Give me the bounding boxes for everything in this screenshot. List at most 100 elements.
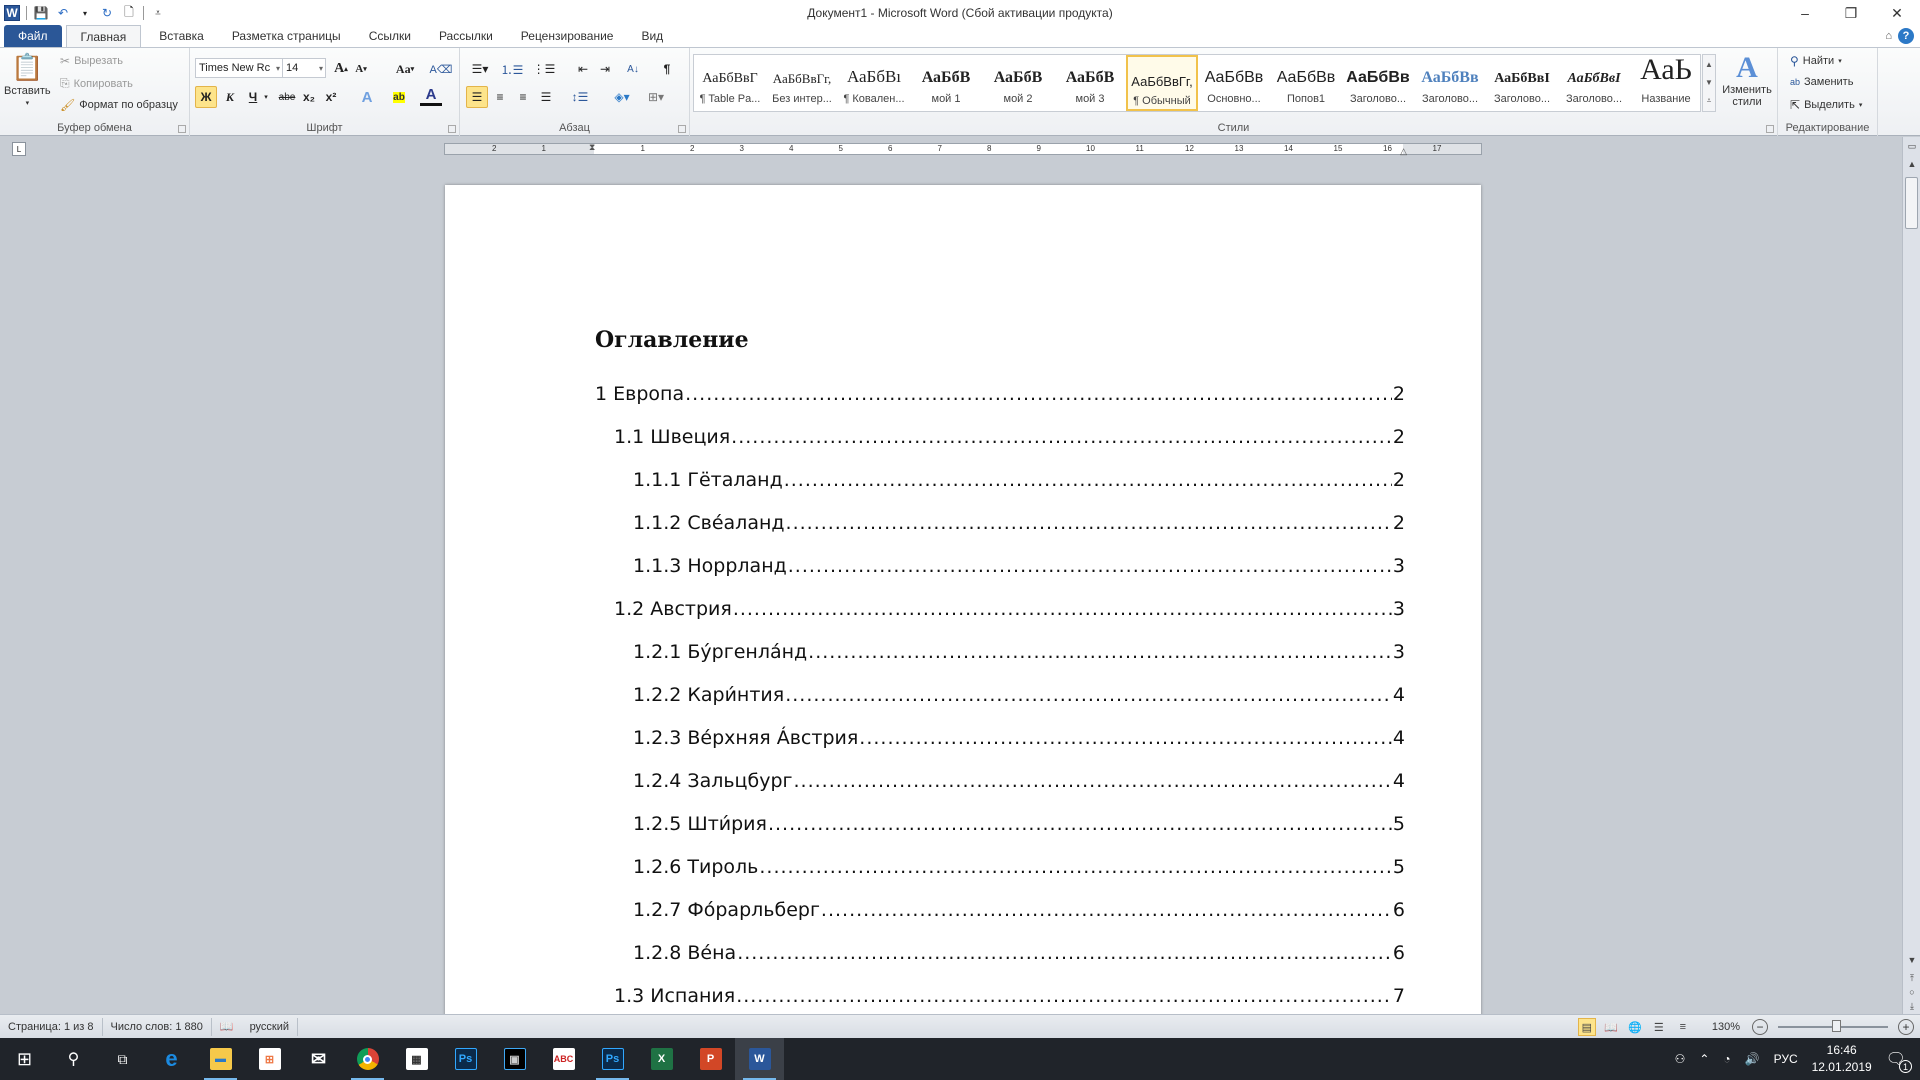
replace-button[interactable]: ab Заменить <box>1790 76 1853 88</box>
toc-entry[interactable]: 1.1.2 Свéаланд 2 <box>595 512 1405 555</box>
taskbar-photoshop-2[interactable]: Ps <box>588 1038 637 1080</box>
volume-icon[interactable]: 🔊 <box>1745 1052 1760 1066</box>
font-launcher-icon[interactable]: . <box>448 125 456 133</box>
styles-gallery-scroll[interactable]: ▲ ▼ ⩡ <box>1702 54 1716 112</box>
close-button[interactable]: ✕ <box>1874 0 1920 26</box>
zoom-slider[interactable] <box>1778 1020 1888 1032</box>
scroll-up-icon[interactable]: ▲ <box>1705 60 1713 69</box>
redo-icon[interactable]: ↻ <box>99 5 115 21</box>
align-right-button[interactable]: ≡ <box>512 86 534 108</box>
tab-selector-button[interactable]: L <box>12 142 26 156</box>
undo-dropdown-icon[interactable]: ▾ <box>77 5 93 21</box>
undo-icon[interactable]: ↶ <box>55 5 71 21</box>
ruler-toggle-icon[interactable]: ▭ <box>1903 141 1920 152</box>
align-left-button[interactable]: ☰ <box>466 86 488 108</box>
toc-entry[interactable]: 1.1 Швеция 2 <box>595 426 1405 469</box>
bold-button[interactable]: Ж <box>195 86 217 108</box>
scroll-down-icon[interactable]: ▼ <box>1705 78 1713 87</box>
paste-button[interactable]: 📋 Вставить ▾ <box>4 52 51 107</box>
right-indent-marker[interactable]: △ <box>1400 146 1407 157</box>
font-size-combo[interactable]: 14 ▾ <box>282 58 326 78</box>
find-button[interactable]: ⚲ Найти ▾ <box>1790 54 1842 68</box>
people-icon[interactable]: ⚇ <box>1675 1052 1686 1066</box>
toc-entry[interactable]: 1.1.1 Гёталанд 2 <box>595 469 1405 512</box>
notifications-icon[interactable]: 🗨 1 <box>1886 1049 1912 1073</box>
toc-entry[interactable]: 1.1.3 Норрланд 3 <box>595 555 1405 598</box>
style-item[interactable]: АаБбВвГг, Без интер... <box>766 55 838 111</box>
font-name-combo[interactable]: Times New Rc ▾ <box>195 58 283 78</box>
page-count[interactable]: Страница: 1 из 8 <box>0 1017 103 1036</box>
select-button[interactable]: ⇱ Выделить ▾ <box>1790 98 1862 112</box>
toc-entry[interactable]: 1.2 Австрия 3 <box>595 598 1405 641</box>
increase-indent-button[interactable]: ⇥ <box>594 58 616 80</box>
format-painter-button[interactable]: 🖌 Формат по образцу <box>60 98 178 112</box>
minimize-button[interactable]: – <box>1782 0 1828 26</box>
style-item[interactable]: АаЬ Название <box>1630 55 1702 111</box>
tab-insert[interactable]: Вставка <box>145 25 218 47</box>
taskbar-mail[interactable]: ✉ <box>294 1038 343 1080</box>
clear-formatting-button[interactable]: A⌫ <box>430 58 453 80</box>
superscript-button[interactable]: x² <box>320 86 342 108</box>
wifi-icon[interactable]: ◔ <box>1723 1052 1730 1066</box>
subscript-button[interactable]: x₂ <box>298 86 320 108</box>
taskbar-calculator[interactable]: ▦ <box>392 1038 441 1080</box>
taskbar-file-explorer[interactable]: ▬ <box>196 1038 245 1080</box>
sort-button[interactable]: A↓ <box>622 58 644 80</box>
full-screen-reading-button[interactable]: 📖 <box>1602 1018 1620 1036</box>
zoom-out-button[interactable]: − <box>1752 1019 1768 1035</box>
style-item[interactable]: АаБбВ мой 2 <box>982 55 1054 111</box>
copy-button[interactable]: ⎘ Копировать <box>60 76 133 91</box>
taskbar-word[interactable]: W <box>735 1038 784 1080</box>
style-item[interactable]: АаБбВвГ ¶ Table Pa... <box>694 55 766 111</box>
horizontal-ruler[interactable]: 2 1 1 2 3 4 5 6 7 8 9 10 11 12 13 14 15 16 17 ⧗ △ <box>444 142 1482 157</box>
tab-review[interactable]: Рецензирование <box>507 25 628 47</box>
tab-home[interactable]: Главная <box>65 25 142 47</box>
style-item[interactable]: АаБбВв Основно... <box>1198 55 1270 111</box>
toc-entry[interactable]: 1.3 Испания 7 <box>595 985 1405 1014</box>
style-item[interactable]: АаБбВвI Заголово... <box>1486 55 1558 111</box>
outline-view-button[interactable]: ☰ <box>1650 1018 1668 1036</box>
restore-button[interactable]: ❐ <box>1828 0 1874 26</box>
indent-marker[interactable]: ⧗ <box>589 142 595 153</box>
borders-button[interactable]: ⊞▾ <box>642 86 670 108</box>
taskbar-abc-net[interactable]: ABC <box>539 1038 588 1080</box>
toc-entry[interactable]: 1.2.4 Зальцбург 4 <box>595 770 1405 813</box>
style-item[interactable]: АаБбВв Попов1 <box>1270 55 1342 111</box>
style-item[interactable]: АаБбВв Заголово... <box>1414 55 1486 111</box>
customize-qat-icon[interactable]: ⩡ <box>150 5 166 21</box>
grow-font-button[interactable]: A ▴ <box>330 58 352 80</box>
new-document-icon[interactable]: 🗋 <box>121 5 137 21</box>
multilevel-list-button[interactable]: ⋮☰ <box>530 58 558 80</box>
draft-view-button[interactable]: ≡ <box>1674 1018 1692 1036</box>
next-page-icon[interactable]: ⤓ <box>1903 1001 1920 1012</box>
style-item[interactable]: АаБбВв Заголово... <box>1342 55 1414 111</box>
clock[interactable]: 16:46 12.01.2019 <box>1812 1042 1872 1076</box>
style-item[interactable]: АаБбВ мой 1 <box>910 55 982 111</box>
start-button[interactable]: ⊞ <box>0 1038 49 1080</box>
taskbar-chrome[interactable] <box>343 1038 392 1080</box>
tab-file[interactable]: Файл <box>4 25 62 47</box>
toc-entry[interactable]: 1.2.3 Вéрхняя Áвстрия 4 <box>595 727 1405 770</box>
zoom-level[interactable]: 130% <box>1712 1021 1740 1033</box>
bullets-button[interactable]: ☰▾ <box>466 58 494 80</box>
toc-entry[interactable]: 1.2.8 Вéна 6 <box>595 942 1405 985</box>
style-item[interactable]: АаБбВвI Заголово... <box>1558 55 1630 111</box>
font-color-button[interactable]: A <box>420 86 442 106</box>
tab-references[interactable]: Ссылки <box>355 25 425 47</box>
task-view-button[interactable]: ⧉ <box>98 1038 147 1080</box>
clipboard-launcher-icon[interactable]: . <box>178 125 186 133</box>
toc-entry[interactable]: 1.2.7 Фóрарльберг 6 <box>595 899 1405 942</box>
style-item[interactable]: АаБбВ мой 3 <box>1054 55 1126 111</box>
minimize-ribbon-icon[interactable]: ⌂ <box>1885 30 1892 42</box>
paragraph-launcher-icon[interactable]: . <box>678 125 686 133</box>
highlight-button[interactable]: ab <box>388 86 410 108</box>
toc-entry[interactable]: 1.2.6 Тироль 5 <box>595 856 1405 899</box>
vertical-scrollbar[interactable]: ▭ ▲ ▼ ⤒ ○ ⤓ <box>1902 137 1920 1014</box>
styles-launcher-icon[interactable]: . <box>1766 125 1774 133</box>
toc-entry[interactable]: 1.2.2 Кари́нтия 4 <box>595 684 1405 727</box>
shrink-font-button[interactable]: A ▾ <box>350 58 372 80</box>
scroll-down-icon[interactable]: ▼ <box>1903 955 1920 965</box>
justify-button[interactable]: ☰ <box>535 86 557 108</box>
print-layout-view-button[interactable]: ▤ <box>1577 1018 1596 1036</box>
browse-object-icon[interactable]: ○ <box>1903 987 1920 997</box>
